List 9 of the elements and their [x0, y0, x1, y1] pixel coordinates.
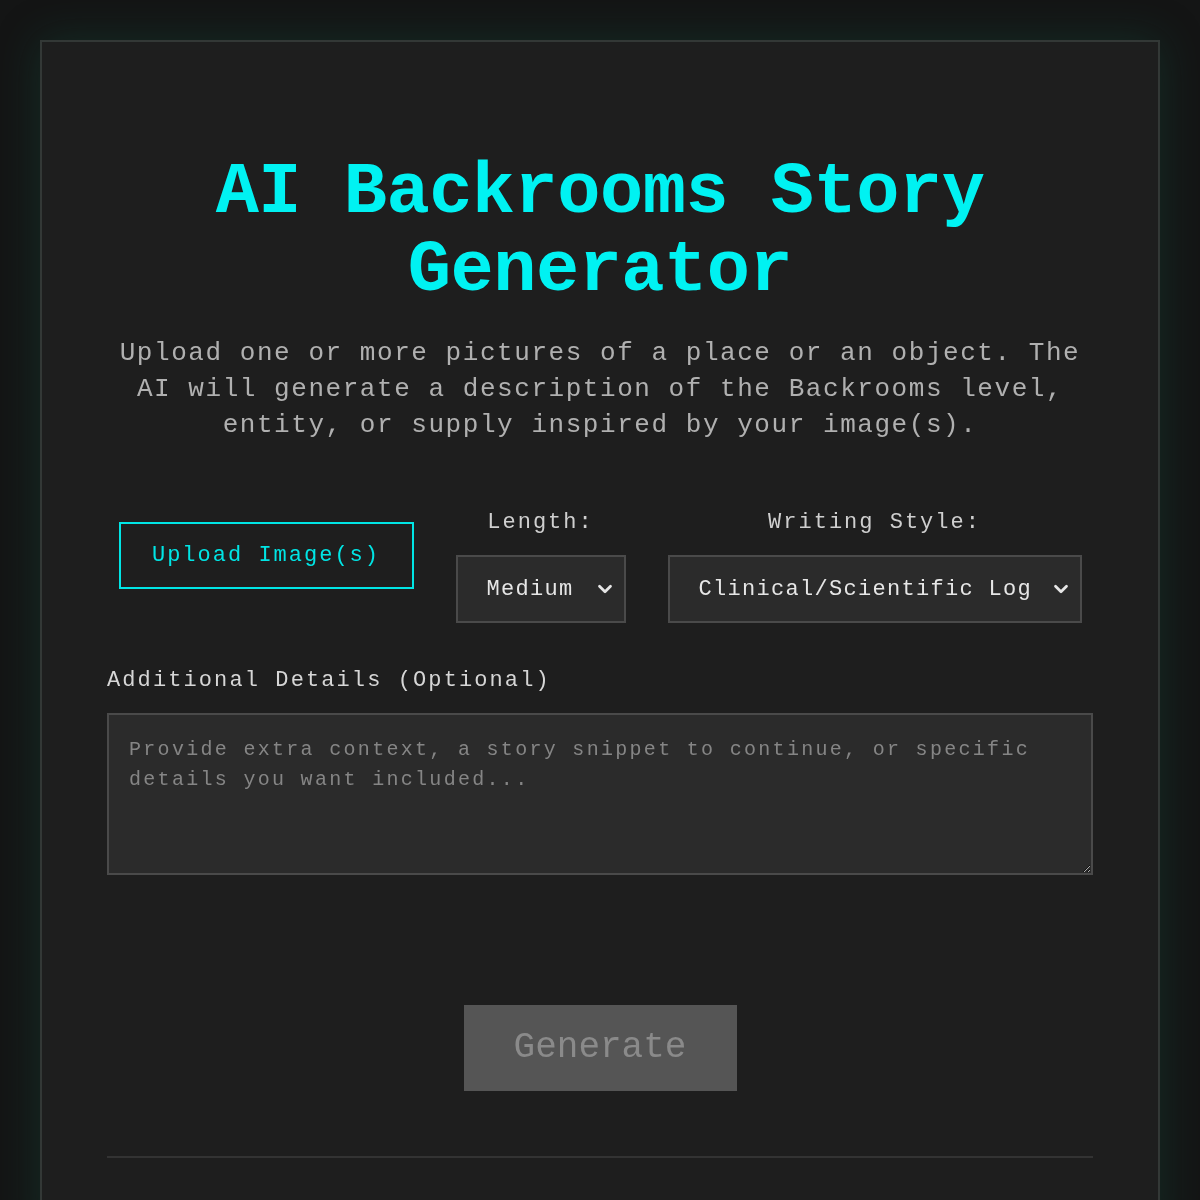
field-label: Length:	[487, 509, 594, 537]
length-select[interactable]: Medium	[455, 555, 626, 623]
page-title: AI Backrooms Story Generator	[214, 154, 986, 310]
upload-button[interactable]: Upload Image(s)	[118, 522, 414, 589]
description-text: Upload one or more pictures of a place or an object. The AI will generate a description of the Backrooms level, entity, or supply inspired by your image(s).	[118, 337, 1082, 442]
field-label: Writing Style:	[768, 509, 981, 537]
writing-style-select[interactable]: Clinical/Scientific Log	[667, 555, 1082, 623]
field-label: Additional Details (Optional)	[107, 667, 552, 695]
details-textarea[interactable]: Provide extra context, a story snippet to continue, or specific details you want included...	[107, 713, 1093, 875]
